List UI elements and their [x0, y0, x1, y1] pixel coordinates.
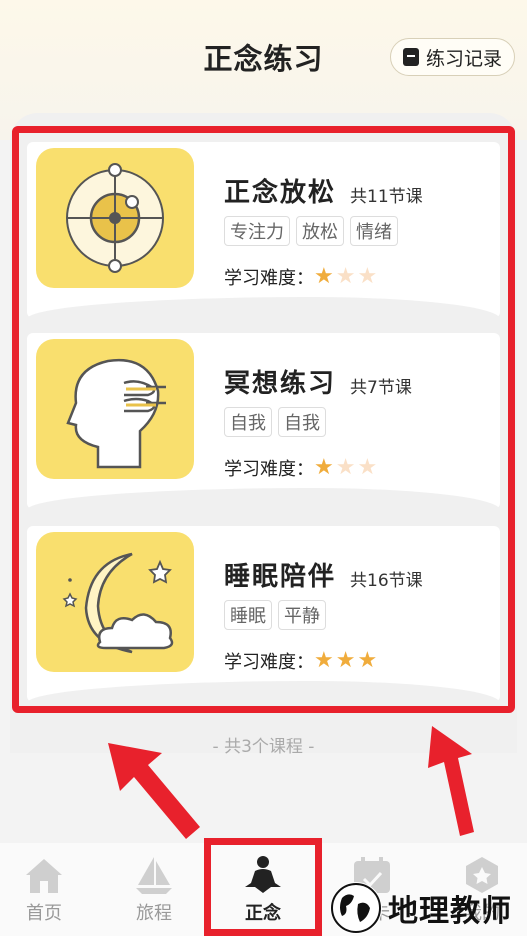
star-icon: ★ — [335, 648, 356, 673]
head-profile-icon — [36, 339, 194, 479]
globe-logo-icon — [330, 882, 382, 934]
notebook-icon — [402, 48, 419, 66]
star-icon: ★ — [314, 648, 334, 673]
target-orbit-icon — [36, 148, 194, 288]
tag-list: 自我 自我 — [224, 407, 326, 437]
difficulty-label: 学习难度： — [224, 459, 314, 480]
tag: 情绪 — [350, 216, 398, 246]
watermark-text: 地理教师 — [388, 894, 512, 929]
course-count-footer: - 共3个课程 - — [212, 737, 315, 757]
difficulty-row: 学习难度： ★★★ — [224, 455, 379, 481]
star-icon: ★ — [335, 455, 356, 480]
moon-cloud-icon — [36, 532, 194, 672]
tab-label: 旅程 — [136, 903, 172, 924]
lesson-count: 共16节课 — [350, 571, 423, 591]
watermark: 地理教师 — [330, 882, 512, 934]
meditation-icon — [245, 856, 281, 893]
tab-label: 正念 — [245, 903, 281, 924]
difficulty-row: 学习难度： ★★★ — [224, 264, 379, 290]
tag-list: 专注力 放松 情绪 — [224, 216, 398, 246]
difficulty-row: 学习难度： ★★★ — [224, 648, 379, 674]
tag: 自我 — [278, 407, 326, 437]
star-icon: ★ — [335, 264, 356, 289]
tag: 放松 — [296, 216, 344, 246]
course-title: 正念放松 — [224, 178, 337, 208]
tab-journey[interactable]: 旅程 — [114, 855, 194, 925]
tab-mindfulness[interactable]: 正念 — [223, 855, 303, 925]
tag-list: 睡眠 平静 — [224, 600, 326, 630]
tag: 平静 — [278, 600, 326, 630]
practice-record-label: 练习记录 — [425, 47, 502, 70]
difficulty-stars: ★★★ — [314, 650, 379, 672]
tab-label: 首页 — [26, 903, 62, 924]
practice-record-button[interactable]: 练习记录 — [390, 38, 515, 76]
sailboat-icon — [136, 857, 172, 894]
difficulty-label: 学习难度： — [224, 268, 314, 289]
home-icon — [26, 859, 62, 893]
star-icon: ★ — [314, 264, 334, 289]
tag: 睡眠 — [224, 600, 272, 630]
tag: 自我 — [224, 407, 272, 437]
difficulty-stars: ★★★ — [314, 266, 379, 288]
difficulty-stars: ★★★ — [314, 457, 379, 479]
course-card-meditation[interactable]: 冥想练习 共7节课 自我 自我 学习难度： ★★★ — [27, 333, 500, 510]
lesson-count: 共7节课 — [350, 378, 412, 398]
course-card-mindful-relax[interactable]: 正念放松 共11节课 专注力 放松 情绪 学习难度： ★★★ — [27, 142, 500, 319]
course-title: 冥想练习 — [224, 369, 337, 399]
tab-home[interactable]: 首页 — [4, 855, 84, 925]
course-card-sleep[interactable]: 睡眠陪伴 共16节课 睡眠 平静 学习难度： ★★★ — [27, 526, 500, 703]
star-icon: ★ — [314, 455, 334, 480]
tag: 专注力 — [224, 216, 290, 246]
difficulty-label: 学习难度： — [224, 652, 314, 673]
lesson-count: 共11节课 — [350, 187, 423, 207]
course-title: 睡眠陪伴 — [224, 562, 337, 592]
star-icon: ★ — [357, 264, 378, 289]
star-icon: ★ — [357, 648, 378, 673]
star-icon: ★ — [357, 455, 378, 480]
